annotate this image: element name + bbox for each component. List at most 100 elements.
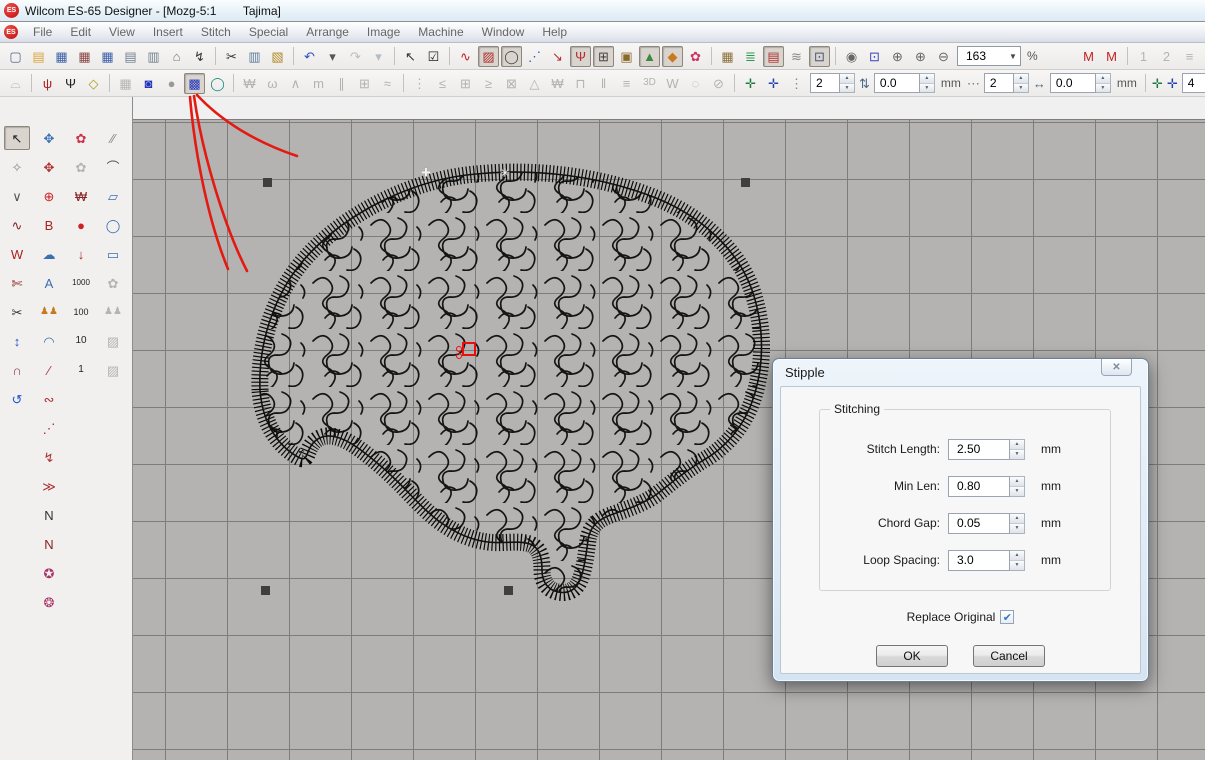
cancel-button[interactable]: Cancel — [973, 645, 1045, 667]
rectangle-tool[interactable]: ▭ — [100, 242, 126, 266]
mirror-copy-tool[interactable]: ✿ — [68, 126, 94, 150]
redo-icon[interactable]: ↷ — [345, 46, 366, 67]
arc-tool[interactable]: ⌒ — [100, 155, 126, 179]
spin-up-icon[interactable]: ▲ — [840, 74, 854, 83]
object-properties-icon[interactable]: ⊡ — [809, 46, 830, 67]
print-preview-icon[interactable]: ▥ — [143, 46, 164, 67]
cross-fill-icon[interactable]: ⊠ — [501, 73, 522, 94]
ok-button[interactable]: OK — [876, 645, 948, 667]
close-icon[interactable]: ✕ — [1101, 359, 1132, 376]
travel-start-icon[interactable]: M — [1078, 46, 1099, 67]
zigzag-column-tool[interactable]: ₩ — [68, 184, 94, 208]
spacing-needle-tool[interactable]: ↓ — [68, 242, 94, 266]
star-circle-tool[interactable]: ✪ — [36, 561, 62, 585]
slant-lines-tool[interactable]: ∕∕ — [100, 126, 126, 150]
updown-spacing-tool[interactable]: ↕ — [4, 329, 30, 353]
width-ratio-tool[interactable]: W — [4, 242, 30, 266]
partial-field-value[interactable]: 4 — [1182, 73, 1205, 93]
e-stitch-icon[interactable]: ω — [262, 73, 283, 94]
spinner[interactable]: ▲▼ — [1096, 73, 1111, 93]
spin-up-icon[interactable]: ▲ — [1010, 551, 1024, 560]
undo-icon[interactable]: ↶ — [299, 46, 320, 67]
density-length-field[interactable]: 0.0 ▲▼ — [1050, 73, 1111, 93]
closed-satin-tool[interactable]: N — [36, 532, 62, 556]
stripe-fill-icon[interactable]: ‖ — [593, 73, 614, 94]
connect-icon[interactable]: ↯ — [189, 46, 210, 67]
selection-handle[interactable] — [263, 178, 272, 187]
field-input[interactable]: 0.05 — [948, 513, 1010, 534]
show-penetrations-icon[interactable]: ⋰ — [524, 46, 545, 67]
satin-stitch-icon[interactable]: ₩ — [239, 73, 260, 94]
length-1000-tool[interactable]: 1000 — [68, 271, 94, 295]
triangle-fill-icon[interactable]: △ — [524, 73, 545, 94]
spin-up-icon[interactable]: ▲ — [1010, 514, 1024, 523]
merge-shape-tool[interactable]: ▱ — [100, 184, 126, 208]
spinner[interactable]: ▲ ▼ — [1010, 513, 1025, 534]
function-3-icon[interactable]: ≡ — [1179, 46, 1200, 67]
underlay-count-field[interactable]: 2 ▲▼ — [810, 73, 855, 93]
zoom-1to1-icon[interactable]: ◉ — [841, 46, 862, 67]
menu-help[interactable]: Help — [533, 23, 576, 41]
length-10-tool[interactable]: 10 — [68, 329, 94, 353]
spinner[interactable]: ▲▼ — [920, 73, 935, 93]
selection-handle[interactable] — [504, 586, 513, 595]
underlay-length-field[interactable]: 0.0 ▲▼ — [874, 73, 935, 93]
pattern-fill-icon[interactable]: ⊓ — [570, 73, 591, 94]
show-outlines-icon[interactable]: ◯ — [501, 46, 522, 67]
add-node-icon[interactable]: ◇ — [83, 73, 104, 94]
selection-handle[interactable] — [261, 586, 270, 595]
3d-fill-icon[interactable]: 3D — [639, 73, 660, 94]
show-hoop-icon[interactable]: ▣ — [616, 46, 637, 67]
rotate-object-tool[interactable]: ⊕ — [36, 184, 62, 208]
spinner[interactable]: ▲▼ — [1014, 73, 1029, 93]
zoom-out-icon[interactable]: ⊖ — [933, 46, 954, 67]
density-count-value[interactable]: 2 — [984, 73, 1014, 93]
open-oval-icon[interactable]: ◌ — [685, 73, 706, 94]
save-machine-icon[interactable]: ▦ — [74, 46, 95, 67]
chain-link-tool[interactable]: ∾ — [36, 387, 62, 411]
save-design-icon[interactable]: ▦ — [97, 46, 118, 67]
function-2-icon[interactable]: 2 — [1156, 46, 1177, 67]
spin-down-icon[interactable]: ▼ — [1010, 560, 1024, 570]
fur-fill-icon[interactable]: W — [662, 73, 683, 94]
cut-icon[interactable]: ✂ — [221, 46, 242, 67]
spinner[interactable]: ▲ ▼ — [1010, 439, 1025, 460]
select-reshape-icon[interactable]: ↖ — [400, 46, 421, 67]
curve-sketch-icon[interactable]: ≥ — [478, 73, 499, 94]
dots-more-icon[interactable]: ⋮ — [786, 73, 807, 94]
spin-up-icon[interactable]: ▲ — [1010, 477, 1024, 486]
density-count-field[interactable]: 2 ▲▼ — [984, 73, 1029, 93]
menu-image[interactable]: Image — [358, 23, 409, 41]
visor-reshape-tool[interactable]: ◠ — [36, 329, 62, 353]
save-icon[interactable]: ▦ — [51, 46, 72, 67]
show-artwork-icon[interactable]: ▲ — [639, 46, 660, 67]
freehand-select-tool[interactable]: ✧ — [4, 155, 30, 179]
travel-end-icon[interactable]: M — [1101, 46, 1122, 67]
spin-down-icon[interactable]: ▼ — [1096, 83, 1110, 93]
menu-stitch[interactable]: Stitch — [192, 23, 240, 41]
spin-down-icon[interactable]: ▼ — [1010, 486, 1024, 496]
zoom-factor-combo[interactable]: 163 ▼ — [957, 46, 1021, 66]
print-icon[interactable]: ▤ — [120, 46, 141, 67]
menu-file[interactable]: File — [24, 23, 61, 41]
mirror-ring-tool[interactable]: ↺ — [4, 387, 30, 411]
spin-down-icon[interactable]: ▼ — [840, 83, 854, 93]
menu-machine[interactable]: Machine — [409, 23, 472, 41]
stitch-list-icon[interactable]: ≣ — [740, 46, 761, 67]
reshape-object-tool[interactable]: ✥ — [36, 155, 62, 179]
dot-fill-icon[interactable]: ⋮ — [409, 73, 430, 94]
penetration-icon[interactable]: ψ — [37, 73, 58, 94]
triple-run-tool[interactable]: ≫ — [36, 474, 62, 498]
align-centers-both-icon[interactable]: ✛ — [1166, 73, 1179, 94]
stitch-bar-icon[interactable]: ≋ — [786, 46, 807, 67]
density-length-value[interactable]: 0.0 — [1050, 73, 1096, 93]
spin-down-icon[interactable]: ▼ — [1010, 523, 1024, 533]
chevron-down-icon[interactable]: ▼ — [1006, 47, 1020, 65]
hoop-layout-icon[interactable]: ⌓ — [5, 73, 26, 94]
menu-view[interactable]: View — [100, 23, 144, 41]
send-machine-icon[interactable]: ⌂ — [166, 46, 187, 67]
selection-handle[interactable] — [741, 178, 750, 187]
redo-dropdown-icon[interactable]: ▾ — [368, 46, 389, 67]
zigzag-stitch-icon[interactable]: ∧ — [285, 73, 306, 94]
menu-arrange[interactable]: Arrange — [297, 23, 358, 41]
